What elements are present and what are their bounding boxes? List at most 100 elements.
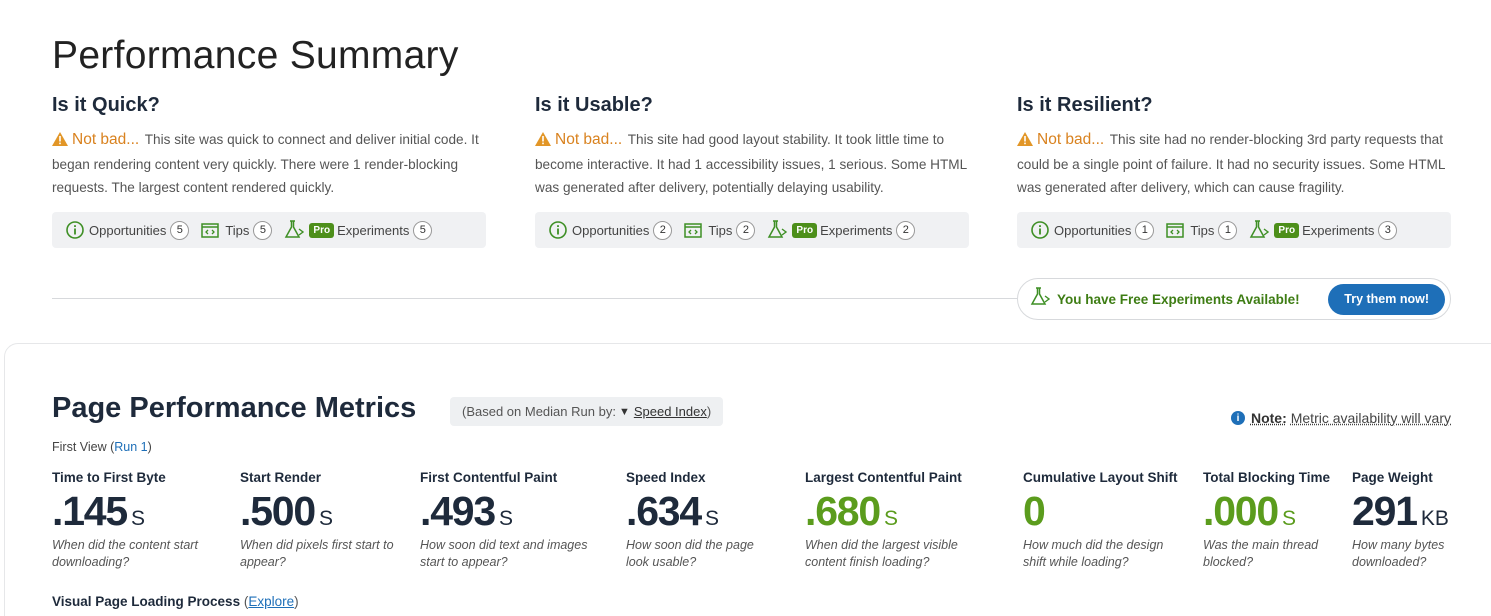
info-circle-icon <box>1031 221 1049 239</box>
metric-value: 0 <box>1023 488 1046 534</box>
page-title: Performance Summary <box>52 34 459 77</box>
tips-label: Tips <box>708 222 733 238</box>
metric-time-to-first-byte: Time to First Byte .145 S When did the co… <box>52 470 217 571</box>
free-experiments-banner: You have Free Experiments Available! Try… <box>1017 278 1451 320</box>
experiments-count: 3 <box>1378 220 1398 240</box>
metric-page-weight: Page Weight 291 KB How many bytes downloa… <box>1352 470 1462 571</box>
metric-description: When did the largest visible content fin… <box>805 538 958 569</box>
metric-label: Start Render <box>240 470 322 485</box>
free-experiments-text: You have Free Experiments Available! <box>1057 291 1300 307</box>
metric-label: Total Blocking Time <box>1203 470 1331 485</box>
tips-pill[interactable]: Tips 5 <box>201 220 273 240</box>
metric-label: Cumulative Layout Shift <box>1023 470 1178 485</box>
tips-count: 2 <box>736 220 756 240</box>
metric-value: .145 <box>52 488 128 534</box>
column-text: Not bad... This site had good layout sta… <box>535 128 969 199</box>
column-text: Not bad... This site had no render-block… <box>1017 128 1451 199</box>
metric-total-blocking-time: Total Blocking Time .000 S Was the main t… <box>1203 470 1333 571</box>
metrics-title: Page Performance Metrics <box>52 392 417 424</box>
tips-label: Tips <box>225 222 250 238</box>
explore-link[interactable]: Explore <box>248 594 294 609</box>
experiments-count: 5 <box>413 220 433 240</box>
tips-count: 1 <box>1218 220 1238 240</box>
summary-column-usable: Is it Usable? Not bad... This site had g… <box>535 94 969 248</box>
experiments-label: Experiments <box>337 222 410 238</box>
column-heading: Is it Usable? <box>535 94 653 116</box>
tips-pill[interactable]: Tips 1 <box>1166 220 1238 240</box>
metric-label: First Contentful Paint <box>420 470 558 485</box>
metric-cumulative-layout-shift: Cumulative Layout Shift 0 How much did t… <box>1023 470 1183 571</box>
tips-label: Tips <box>1190 222 1215 238</box>
metric-description: When did the content start downloading? <box>52 538 198 569</box>
metric-speed-index: Speed Index .634 S How soon did the page … <box>626 470 771 571</box>
metric-value: .493 <box>420 488 496 534</box>
metric-first-contentful-paint: First Contentful Paint .493 S How soon di… <box>420 470 600 571</box>
pills-bar: Opportunities 5 Tips 5 Pro Experiments 5 <box>52 212 486 248</box>
code-tip-icon <box>1166 221 1185 239</box>
opportunities-pill[interactable]: Opportunities 1 <box>1031 220 1155 240</box>
note-text: Metric availability will vary <box>1290 410 1451 426</box>
metric-note: i Note: Metric availability will vary <box>1230 410 1451 426</box>
metric-unit: KB <box>1420 507 1449 530</box>
experiments-label: Experiments <box>1302 222 1375 238</box>
opportunities-count: 2 <box>653 220 673 240</box>
code-tip-icon <box>201 221 220 239</box>
median-suffix: ) <box>706 404 712 419</box>
info-circle-icon <box>549 221 567 239</box>
metric-value: .634 <box>626 488 702 534</box>
metric-label: Time to First Byte <box>52 470 166 485</box>
metric-unit: S <box>131 507 146 530</box>
pro-badge: Pro <box>1274 222 1300 238</box>
metric-label: Page Weight <box>1352 470 1433 485</box>
metric-unit: S <box>884 507 899 530</box>
pro-badge: Pro <box>309 222 335 238</box>
column-heading: Is it Quick? <box>52 94 160 116</box>
column-heading: Is it Resilient? <box>1017 94 1153 116</box>
run-link[interactable]: Run 1 <box>114 440 147 454</box>
metric-start-render: Start Render .500 S When did pixels first… <box>240 470 395 571</box>
summary-column-quick: Is it Quick? Not bad... This site was qu… <box>52 94 486 248</box>
opportunities-count: 1 <box>1135 220 1155 240</box>
speed-index-link[interactable]: Speed Index <box>634 404 707 419</box>
metric-description: How much did the design shift while load… <box>1023 538 1164 569</box>
metric-unit: S <box>319 507 334 530</box>
experiments-pill[interactable]: Pro Experiments 2 <box>767 220 916 240</box>
metric-label: Largest Contentful Paint <box>805 470 962 485</box>
metric-value: .500 <box>240 488 316 534</box>
metric-description: How soon did the page look usable? <box>626 538 754 569</box>
experiments-pill[interactable]: Pro Experiments 5 <box>284 220 433 240</box>
experiments-count: 2 <box>896 220 916 240</box>
metric-value: .680 <box>805 488 881 534</box>
flask-icon <box>284 220 305 240</box>
verdict: Not bad... <box>1037 131 1105 148</box>
opportunities-label: Opportunities <box>1054 222 1132 238</box>
warning-icon <box>52 130 68 153</box>
info-icon: i <box>1230 411 1245 425</box>
metric-description: When did pixels first start to appear? <box>240 538 394 569</box>
opportunities-label: Opportunities <box>572 222 650 238</box>
column-text: Not bad... This site was quick to connec… <box>52 128 486 199</box>
dropdown-arrow-icon[interactable]: ▼ <box>619 406 630 418</box>
verdict: Not bad... <box>72 131 140 148</box>
experiments-pill[interactable]: Pro Experiments 3 <box>1249 220 1398 240</box>
tips-count: 5 <box>253 220 273 240</box>
opportunities-count: 5 <box>170 220 190 240</box>
opportunities-label: Opportunities <box>89 222 167 238</box>
median-prefix: (Based on Median Run by: <box>462 404 616 419</box>
flask-icon <box>767 220 788 240</box>
tips-pill[interactable]: Tips 2 <box>684 220 756 240</box>
pro-badge: Pro <box>792 222 818 238</box>
opportunities-pill[interactable]: Opportunities 2 <box>549 220 673 240</box>
code-tip-icon <box>684 221 703 239</box>
experiments-label: Experiments <box>820 222 893 238</box>
warning-icon <box>535 130 551 153</box>
try-them-now-button[interactable]: Try them now! <box>1328 283 1445 315</box>
metric-unit: S <box>499 507 514 530</box>
metric-description: How soon did text and images start to ap… <box>420 538 588 569</box>
flask-icon <box>1249 220 1270 240</box>
verdict: Not bad... <box>555 131 623 148</box>
metric-description: Was the main thread blocked? <box>1203 538 1319 569</box>
note-label: Note: <box>1250 410 1287 426</box>
flask-icon <box>1030 286 1051 312</box>
opportunities-pill[interactable]: Opportunities 5 <box>66 220 190 240</box>
